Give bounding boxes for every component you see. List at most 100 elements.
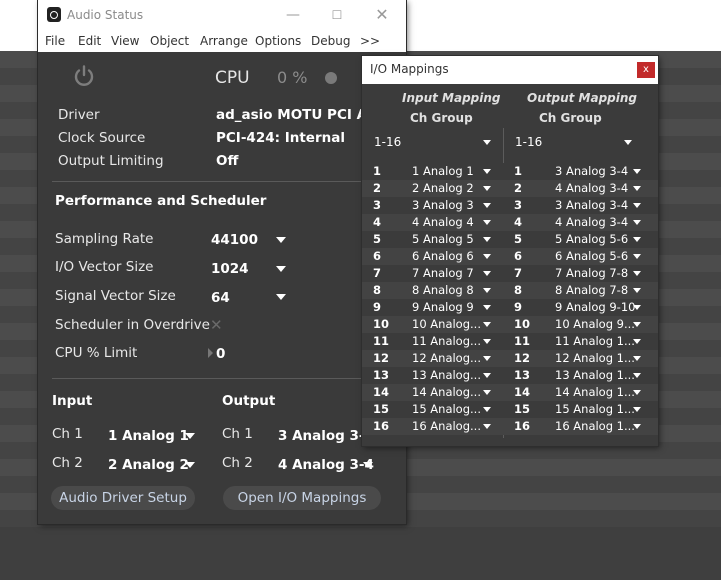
output-ch1-value[interactable]: 3 Analog 3-4: [278, 428, 374, 444]
output-mapping-value[interactable]: 4 Analog 3-4: [555, 215, 628, 229]
output-mapping-value[interactable]: 3 Analog 3-4: [555, 164, 628, 178]
signal-vector-value[interactable]: 64: [211, 290, 230, 306]
input-mapping-dropdown-icon[interactable]: [483, 186, 491, 191]
signal-vector-dropdown-icon[interactable]: [276, 294, 286, 300]
io-close-button[interactable]: x: [637, 62, 655, 78]
input-mapping-dropdown-icon[interactable]: [483, 169, 491, 174]
input-mapping-value[interactable]: 8 Analog 8: [412, 283, 474, 297]
output-ch2-dropdown-icon[interactable]: [363, 462, 373, 468]
input-mapping-dropdown-icon[interactable]: [483, 203, 491, 208]
input-mapping-value[interactable]: 3 Analog 3: [412, 198, 474, 212]
input-ch-group-dropdown-icon[interactable]: [483, 140, 491, 145]
output-mapping-dropdown-icon[interactable]: [633, 373, 641, 378]
output-mapping-value[interactable]: 14 Analog 1...: [555, 385, 635, 399]
input-mapping-dropdown-icon[interactable]: [483, 322, 491, 327]
input-mapping-dropdown-icon[interactable]: [483, 339, 491, 344]
output-mapping-value[interactable]: 11 Analog 1...: [555, 334, 635, 348]
output-mapping-dropdown-icon[interactable]: [633, 271, 641, 276]
output-ch2-value[interactable]: 4 Analog 3-4: [278, 457, 374, 473]
input-mapping-value[interactable]: 10 Analog...: [412, 317, 481, 331]
menu-view[interactable]: View: [111, 34, 139, 48]
cpu-limit-arrow-icon[interactable]: [208, 348, 213, 358]
close-icon[interactable]: ✕: [370, 5, 394, 25]
output-mapping-value[interactable]: 3 Analog 3-4: [555, 198, 628, 212]
menu-object[interactable]: Object: [150, 34, 189, 48]
cpu-limit-value[interactable]: 0: [216, 346, 225, 362]
output-mapping-dropdown-icon[interactable]: [633, 203, 641, 208]
input-mapping-value[interactable]: 5 Analog 5: [412, 232, 474, 246]
menu-arrange[interactable]: Arrange: [200, 34, 248, 48]
input-mapping-value[interactable]: 14 Analog...: [412, 385, 481, 399]
output-mapping-dropdown-icon[interactable]: [633, 186, 641, 191]
output-mapping-dropdown-icon[interactable]: [633, 322, 641, 327]
menu-options[interactable]: Options: [255, 34, 301, 48]
output-mapping-value[interactable]: 15 Analog 1...: [555, 402, 635, 416]
input-mapping-value[interactable]: 16 Analog...: [412, 419, 481, 433]
output-mapping-dropdown-icon[interactable]: [633, 424, 641, 429]
input-mapping-value[interactable]: 9 Analog 9: [412, 300, 474, 314]
output-mapping-value[interactable]: 13 Analog 1...: [555, 368, 635, 382]
output-limiting-value[interactable]: Off: [216, 153, 238, 169]
output-mapping-value[interactable]: 4 Analog 3-4: [555, 181, 628, 195]
output-mapping-dropdown-icon[interactable]: [633, 356, 641, 361]
output-mapping-value[interactable]: 7 Analog 7-8: [555, 266, 628, 280]
menu-debug[interactable]: Debug: [311, 34, 350, 48]
io-vector-value[interactable]: 1024: [211, 261, 249, 277]
input-mapping-dropdown-icon[interactable]: [483, 237, 491, 242]
output-mapping-dropdown-icon[interactable]: [633, 237, 641, 242]
output-mapping-dropdown-icon[interactable]: [633, 169, 641, 174]
io-vector-dropdown-icon[interactable]: [276, 266, 286, 272]
input-mapping-value[interactable]: 11 Analog...: [412, 334, 481, 348]
input-mapping-dropdown-icon[interactable]: [483, 424, 491, 429]
input-mapping-value[interactable]: 6 Analog 6: [412, 249, 474, 263]
output-mapping-value[interactable]: 9 Analog 9-10: [555, 300, 635, 314]
output-mapping-dropdown-icon[interactable]: [633, 305, 641, 310]
input-mapping-value[interactable]: 4 Analog 4: [412, 215, 474, 229]
input-mapping-dropdown-icon[interactable]: [483, 390, 491, 395]
input-mapping-value[interactable]: 7 Analog 7: [412, 266, 474, 280]
output-mapping-dropdown-icon[interactable]: [633, 288, 641, 293]
menu-edit[interactable]: Edit: [78, 34, 101, 48]
input-ch1-dropdown-icon[interactable]: [185, 433, 195, 439]
minimize-icon[interactable]: —: [281, 5, 305, 25]
output-mapping-value[interactable]: 10 Analog 9...: [555, 317, 635, 331]
input-mapping-value[interactable]: 1 Analog 1: [412, 164, 474, 178]
clock-source-value[interactable]: PCI-424: Internal: [216, 130, 345, 146]
input-mapping-dropdown-icon[interactable]: [483, 220, 491, 225]
output-mapping-dropdown-icon[interactable]: [633, 407, 641, 412]
input-mapping-value[interactable]: 12 Analog...: [412, 351, 481, 365]
output-mapping-value[interactable]: 5 Analog 5-6: [555, 232, 628, 246]
input-mapping-dropdown-icon[interactable]: [483, 373, 491, 378]
sampling-rate-dropdown-icon[interactable]: [276, 237, 286, 243]
input-mapping-dropdown-icon[interactable]: [483, 271, 491, 276]
input-mapping-dropdown-icon[interactable]: [483, 254, 491, 259]
input-mapping-dropdown-icon[interactable]: [483, 407, 491, 412]
input-mapping-value[interactable]: 15 Analog...: [412, 402, 481, 416]
menu-more[interactable]: >>: [360, 34, 380, 48]
output-mapping-dropdown-icon[interactable]: [633, 339, 641, 344]
output-ch-group-dropdown-icon[interactable]: [624, 140, 632, 145]
input-ch2-dropdown-icon[interactable]: [185, 462, 195, 468]
input-mapping-dropdown-icon[interactable]: [483, 305, 491, 310]
input-mapping-dropdown-icon[interactable]: [483, 356, 491, 361]
output-mapping-value[interactable]: 16 Analog 1...: [555, 419, 635, 433]
output-ch-group-select[interactable]: 1-16: [515, 135, 542, 149]
input-ch-group-select[interactable]: 1-16: [374, 135, 401, 149]
output-mapping-dropdown-icon[interactable]: [633, 390, 641, 395]
menu-file[interactable]: File: [45, 34, 65, 48]
input-mapping-dropdown-icon[interactable]: [483, 288, 491, 293]
input-mapping-value[interactable]: 2 Analog 2: [412, 181, 474, 195]
power-icon[interactable]: [72, 64, 96, 88]
output-mapping-value[interactable]: 6 Analog 5-6: [555, 249, 628, 263]
open-io-mappings-button[interactable]: Open I/O Mappings: [223, 486, 381, 510]
maximize-icon[interactable]: ☐: [325, 5, 349, 25]
output-mapping-value[interactable]: 12 Analog 1...: [555, 351, 635, 365]
output-mapping-dropdown-icon[interactable]: [633, 254, 641, 259]
input-ch2-value[interactable]: 2 Analog 2: [108, 457, 189, 473]
audio-driver-setup-button[interactable]: Audio Driver Setup: [51, 486, 195, 510]
driver-value[interactable]: ad_asio MOTU PCI A...: [216, 107, 383, 123]
input-ch1-value[interactable]: 1 Analog 1: [108, 428, 189, 444]
sampling-rate-value[interactable]: 44100: [211, 232, 258, 248]
input-mapping-value[interactable]: 13 Analog...: [412, 368, 481, 382]
overdrive-toggle-icon[interactable]: ✕: [210, 316, 223, 334]
